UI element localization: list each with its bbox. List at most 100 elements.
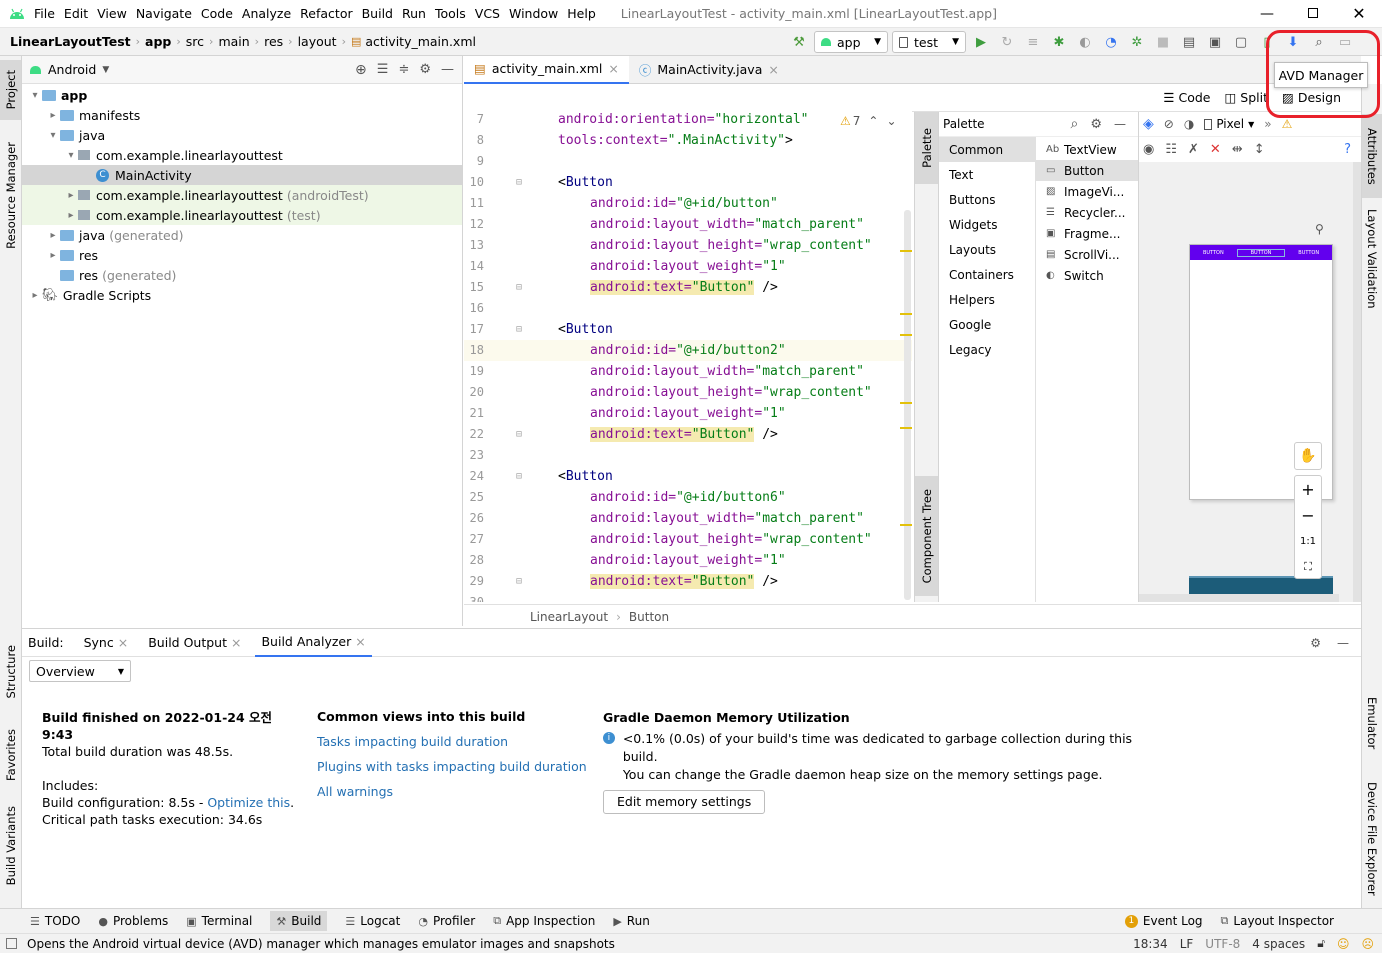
profile-icon[interactable]: ◐	[1074, 31, 1096, 53]
tool-window-resource-manager[interactable]: Resource Manager	[0, 140, 21, 250]
tree-item[interactable]: ▸ res	[22, 245, 462, 265]
device-manager-icon[interactable]: ▢	[1230, 31, 1252, 53]
apply-code-changes-icon[interactable]: ≡	[1022, 31, 1044, 53]
chevron-down-icon[interactable]: ▼	[102, 65, 109, 75]
project-structure-icon[interactable]: ▤	[1178, 31, 1200, 53]
chevron-down-icon[interactable]: ▾	[46, 130, 60, 141]
close-icon[interactable]: ×	[768, 62, 778, 77]
tree-item[interactable]: res (generated)	[22, 265, 462, 285]
status-checkbox-icon[interactable]	[6, 938, 17, 949]
menu-refactor[interactable]: Refactor	[300, 6, 352, 21]
gear-icon[interactable]: ⚙	[1310, 636, 1321, 650]
chevron-down-icon[interactable]: ▾	[64, 150, 78, 161]
close-icon[interactable]: ×	[118, 635, 128, 650]
event-log-button[interactable]: 1 Event Log	[1124, 914, 1203, 928]
menu-run[interactable]: Run	[402, 6, 426, 21]
hide-icon[interactable]: —	[1114, 117, 1126, 131]
close-icon[interactable]: ×	[608, 61, 618, 76]
zoom-in-button[interactable]: +	[1295, 476, 1321, 502]
chevron-right-icon[interactable]: ▸	[46, 250, 60, 261]
palette-category[interactable]: Helpers	[939, 287, 1035, 312]
tree-item[interactable]: ▾ com.example.linearlayouttest	[22, 145, 462, 165]
tree-item[interactable]: ▾ java	[22, 125, 462, 145]
build-tab[interactable]: Sync ×	[78, 629, 135, 657]
breadcrumb-item[interactable]: src	[186, 34, 204, 49]
palette-category[interactable]: Google	[939, 312, 1035, 337]
device-selector[interactable]: Pixel ▼	[1204, 117, 1254, 131]
tool-window-problems[interactable]: ● Problems	[98, 914, 168, 928]
palette-item[interactable]: ☰ Recycler...	[1036, 202, 1138, 223]
expand-all-icon[interactable]: ☰	[377, 62, 389, 77]
more-icon[interactable]: »	[1264, 117, 1271, 131]
tool-window-logcat[interactable]: ☰ Logcat	[345, 914, 400, 928]
run-config-dropdown[interactable]: app ▼	[814, 31, 888, 53]
split-view-button[interactable]: ◫ Split	[1224, 90, 1268, 105]
debug-icon[interactable]: ✱	[1048, 31, 1070, 53]
breadcrumb-item[interactable]: activity_main.xml	[365, 34, 476, 49]
chevron-down-icon[interactable]: ⌄	[886, 114, 896, 128]
sad-face-icon[interactable]: ☹	[1361, 937, 1374, 951]
tool-window-build-variants[interactable]: Build Variants	[0, 806, 21, 886]
menu-tools[interactable]: Tools	[435, 6, 466, 21]
menu-file[interactable]: File	[34, 6, 55, 21]
close-icon[interactable]: ✕	[1336, 4, 1382, 23]
preview-button[interactable]: BUTTON	[1190, 250, 1237, 256]
device-dropdown[interactable]: test ▼	[892, 31, 966, 53]
help-icon[interactable]: ?	[1344, 142, 1351, 157]
menu-help[interactable]: Help	[567, 6, 596, 21]
chevron-right-icon[interactable]: ▸	[64, 190, 78, 201]
happy-face-icon[interactable]: ☺	[1337, 937, 1350, 951]
breadcrumb-item[interactable]: res	[264, 34, 283, 49]
close-icon[interactable]: ×	[231, 635, 241, 650]
fold-icon[interactable]: ⊟	[516, 319, 522, 340]
line-separator[interactable]: LF	[1180, 937, 1194, 951]
zoom-fit-button[interactable]: ⛶	[1295, 554, 1321, 580]
collapse-all-icon[interactable]: ≑	[398, 62, 409, 77]
breadcrumb-linearlayout[interactable]: LinearLayout	[530, 610, 608, 624]
fold-icon[interactable]: ⊟	[516, 424, 522, 445]
overview-dropdown[interactable]: Overview ▼	[29, 660, 131, 682]
menu-vcs[interactable]: VCS	[475, 6, 500, 21]
menu-navigate[interactable]: Navigate	[136, 6, 192, 21]
zoom-actual-size-button[interactable]: 1:1	[1295, 528, 1321, 554]
lock-icon[interactable]: 🔓︎	[1317, 936, 1325, 951]
tool-window-favorites[interactable]: Favorites	[0, 720, 21, 790]
menu-view[interactable]: View	[97, 6, 127, 21]
design-scrollbar-v[interactable]	[1353, 162, 1361, 602]
fold-icon[interactable]: ⊟	[516, 466, 522, 487]
tree-item[interactable]: ▸ com.example.linearlayouttest (androidTes…	[22, 185, 462, 205]
attach-debugger-icon[interactable]: ✲	[1126, 31, 1148, 53]
tree-item[interactable]: ▸ com.example.linearlayouttest (test)	[22, 205, 462, 225]
menu-edit[interactable]: Edit	[64, 6, 88, 21]
build-hammer-icon[interactable]: ⚒	[788, 31, 810, 53]
design-scrollbar-h[interactable]	[1139, 594, 1339, 602]
breadcrumb-item[interactable]: LinearLayoutTest	[10, 34, 131, 49]
palette-item[interactable]: ▤ ScrollVi...	[1036, 244, 1138, 265]
search-icon[interactable]: ⌕	[1071, 116, 1079, 132]
tool-window-structure[interactable]: Structure	[0, 640, 21, 704]
project-view-mode[interactable]: Android	[48, 62, 96, 77]
tool-window-project[interactable]: Project	[0, 60, 21, 120]
warning-icon[interactable]: ⚠	[1282, 117, 1293, 131]
apply-changes-icon[interactable]: ↻	[996, 31, 1018, 53]
tool-window-device-file-explorer[interactable]: Device File Explorer	[1362, 774, 1382, 904]
chevron-up-icon[interactable]: ⌃	[868, 114, 878, 128]
tool-window-layout-validation[interactable]: Layout Validation	[1362, 204, 1382, 314]
menu-build[interactable]: Build	[362, 6, 393, 21]
palette-category[interactable]: Layouts	[939, 237, 1035, 262]
autoconnect-icon[interactable]: ✗	[1188, 142, 1199, 157]
tool-window-todo[interactable]: ☰ TODO	[30, 914, 80, 928]
caret-position[interactable]: 18:34	[1133, 937, 1168, 951]
palette-category[interactable]: Text	[939, 162, 1035, 187]
align-horizontal-icon[interactable]: ⇹	[1232, 142, 1243, 157]
optimize-this-link[interactable]: Optimize this	[207, 795, 290, 810]
tree-item[interactable]: ▾ app	[22, 85, 462, 105]
component-tree-toggle[interactable]: Component Tree	[915, 476, 938, 596]
chevron-down-icon[interactable]: ▾	[28, 90, 42, 101]
close-icon[interactable]: ×	[355, 634, 365, 649]
orientation-icon[interactable]: ⊘	[1164, 117, 1174, 131]
editor-tab[interactable]: ▤ activity_main.xml ×	[464, 55, 629, 84]
gear-icon[interactable]: ⚙	[419, 62, 431, 77]
hide-icon[interactable]: —	[1337, 636, 1349, 650]
palette-item[interactable]: ◐ Switch	[1036, 265, 1138, 286]
